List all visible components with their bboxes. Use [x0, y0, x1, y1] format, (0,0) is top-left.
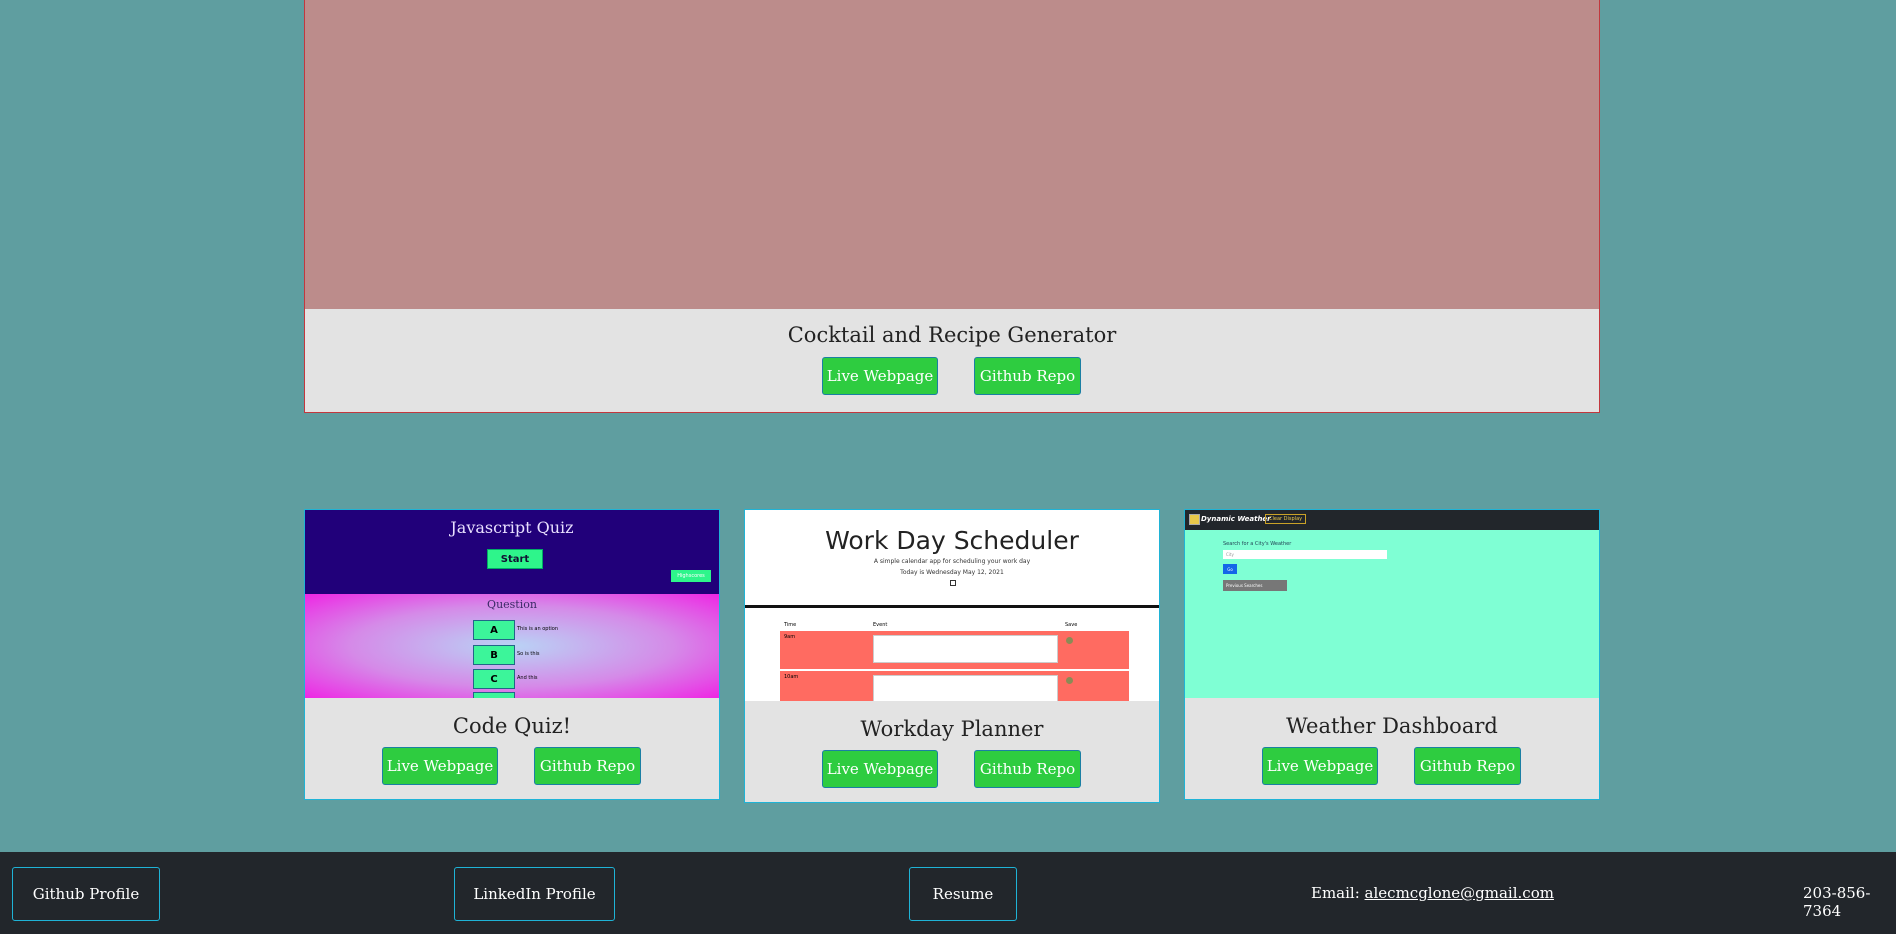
live-webpage-button[interactable]: Live Webpage — [1262, 747, 1378, 785]
weather-search-input: City — [1223, 550, 1387, 559]
weather-go-button: Go — [1223, 564, 1237, 574]
quiz-highscores-button: Highscores — [671, 570, 711, 582]
project-title: Code Quiz! — [452, 714, 572, 738]
email-link[interactable]: alecmcglone@gmail.com — [1365, 884, 1554, 902]
project-card-weather: Dynamic Weather Clear Display Search for… — [1184, 509, 1600, 800]
planner-today: Today is Wednesday May 12, 2021 — [900, 569, 1004, 576]
footer: Github Profile LinkedIn Profile Resume E… — [0, 852, 1896, 934]
planner-row-1-time: 9am — [784, 634, 796, 640]
quiz-option-partial — [473, 692, 515, 698]
project-image-planner: Work Day Scheduler A simple calendar app… — [745, 510, 1159, 701]
planner-col-save: Save — [1065, 622, 1078, 628]
linkedin-profile-button[interactable]: LinkedIn Profile — [454, 867, 615, 921]
project-card-cocktail: Cocktail and Recipe Generator Live Webpa… — [304, 0, 1600, 413]
footer-email: Email: alecmcglone@gmail.com — [1311, 884, 1554, 902]
live-webpage-button[interactable]: Live Webpage — [822, 750, 938, 788]
planner-subtitle: A simple calendar app for scheduling you… — [873, 558, 1031, 565]
project-card-quiz: Javascript Quiz Start Highscores Questio… — [304, 509, 720, 800]
github-profile-button[interactable]: Github Profile — [12, 867, 160, 921]
project-image-weather: Dynamic Weather Clear Display Search for… — [1185, 510, 1599, 698]
quiz-option-a: A — [473, 620, 515, 640]
weather-logo-icon — [1189, 514, 1200, 525]
planner-row-2-time: 10am — [784, 674, 799, 680]
planner-row-2-input — [873, 675, 1058, 701]
weather-brand: Dynamic Weather — [1201, 515, 1271, 523]
quiz-heading: Javascript Quiz — [450, 518, 574, 537]
planner-row-1: 9am — [780, 631, 1129, 669]
calendar-icon — [950, 580, 956, 586]
live-webpage-button[interactable]: Live Webpage — [822, 357, 938, 395]
github-repo-button[interactable]: Github Repo — [974, 750, 1081, 788]
project-image-quiz: Javascript Quiz Start Highscores Questio… — [305, 510, 719, 698]
weather-search-label: Search for a City's Weather — [1223, 541, 1292, 547]
weather-clear-button: Clear Display — [1265, 514, 1307, 524]
project-image-cocktail — [305, 0, 1599, 309]
save-icon — [1066, 637, 1073, 644]
weather-previous-dropdown: Previous Searches — [1223, 580, 1287, 591]
quiz-option-b: B — [473, 645, 515, 665]
quiz-question: Question — [487, 598, 537, 611]
live-webpage-button[interactable]: Live Webpage — [382, 747, 498, 785]
project-card-planner: Work Day Scheduler A simple calendar app… — [744, 509, 1160, 803]
planner-col-time: Time — [784, 622, 797, 628]
github-repo-button[interactable]: Github Repo — [974, 357, 1081, 395]
github-repo-button[interactable]: Github Repo — [534, 747, 641, 785]
quiz-option-a-text: This is an option — [517, 626, 559, 632]
planner-col-event: Event — [873, 622, 888, 628]
quiz-start-button: Start — [487, 549, 543, 569]
resume-button[interactable]: Resume — [909, 867, 1017, 921]
project-title: Weather Dashboard — [1286, 714, 1498, 738]
footer-phone: 203-856-7364 — [1803, 884, 1871, 920]
project-title: Cocktail and Recipe Generator — [787, 323, 1117, 347]
planner-row-1-input — [873, 635, 1058, 663]
github-repo-button[interactable]: Github Repo — [1414, 747, 1521, 785]
weather-navbar: Dynamic Weather Clear Display — [1185, 510, 1599, 530]
planner-row-2: 10am — [780, 671, 1129, 701]
planner-heading: Work Day Scheduler — [825, 526, 1079, 555]
planner-divider — [745, 605, 1159, 608]
project-title: Workday Planner — [860, 717, 1044, 741]
quiz-option-b-text: So is this — [517, 651, 540, 657]
quiz-option-c: C — [473, 669, 515, 689]
save-icon — [1066, 677, 1073, 684]
quiz-option-c-text: And this — [517, 675, 538, 681]
email-label: Email: — [1311, 884, 1360, 902]
